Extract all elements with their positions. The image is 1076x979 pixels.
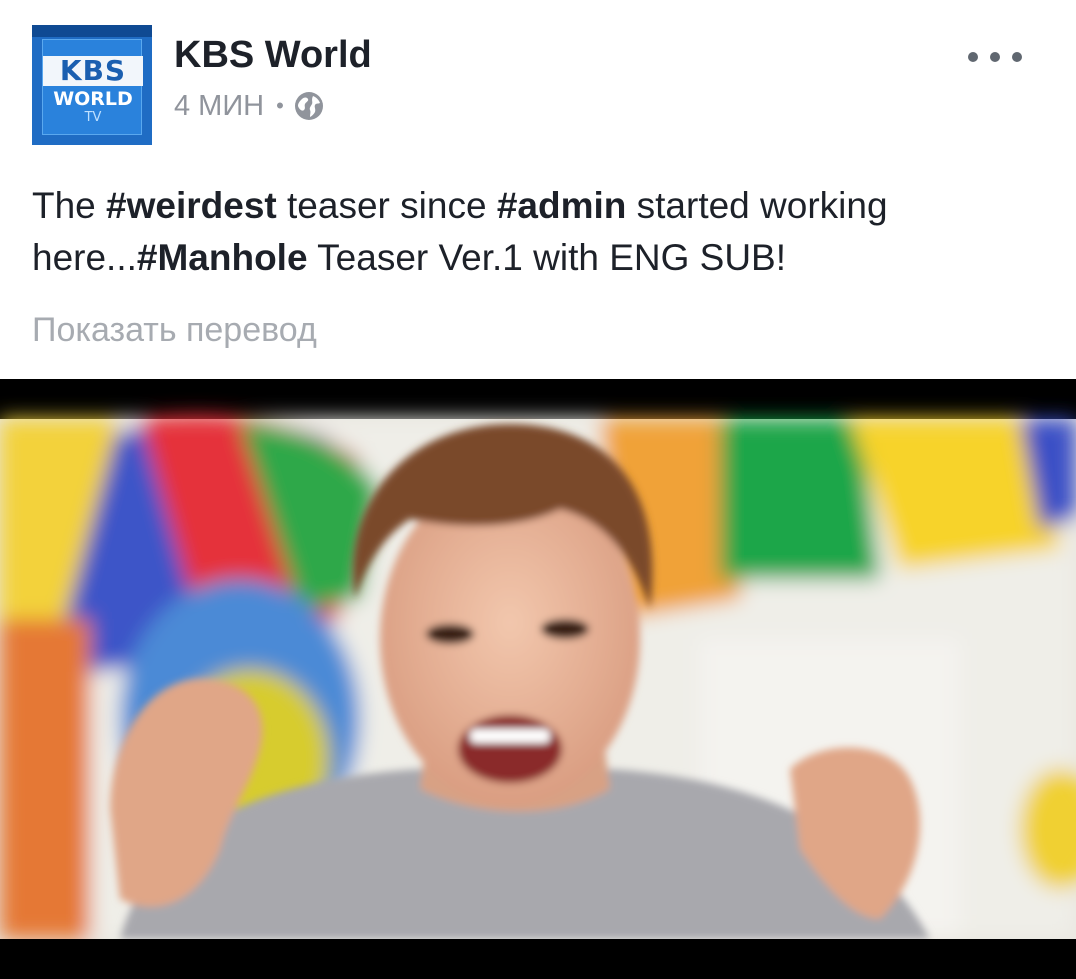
facebook-post: KBS WORLD TV KBS World 4 МИН • The #weir… bbox=[0, 0, 1076, 979]
post-timestamp[interactable]: 4 МИН bbox=[174, 86, 264, 126]
logo-world-text: WORLD bbox=[53, 88, 133, 110]
hashtag-link[interactable]: #admin bbox=[497, 185, 627, 226]
post-message: The #weirdest teaser since #admin starte… bbox=[32, 180, 1042, 284]
show-translation-link[interactable]: Показать перевод bbox=[32, 306, 317, 354]
page-name[interactable]: KBS World bbox=[174, 33, 372, 77]
logo-tv-text: TV bbox=[84, 110, 102, 125]
post-meta: 4 МИН • bbox=[174, 86, 324, 126]
logo-band: KBS bbox=[43, 56, 143, 86]
more-dot bbox=[990, 52, 1000, 62]
meta-separator: • bbox=[276, 93, 284, 118]
post-text-segment: The bbox=[32, 185, 107, 226]
more-dot bbox=[968, 52, 978, 62]
globe-icon bbox=[294, 92, 323, 120]
kbs-world-tv-logo: KBS WORLD TV bbox=[42, 39, 143, 135]
page-avatar[interactable]: KBS WORLD TV bbox=[32, 25, 152, 145]
avatar-top-band bbox=[32, 25, 152, 37]
logo-kbs-text: KBS bbox=[59, 54, 127, 87]
post-text-segment: teaser since bbox=[276, 185, 497, 226]
video-player[interactable] bbox=[0, 379, 1076, 979]
post-text-segment: Teaser Ver.1 with ENG SUB! bbox=[307, 237, 787, 278]
hashtag-link[interactable]: #weirdest bbox=[106, 185, 277, 226]
video-thumbnail bbox=[0, 379, 1076, 979]
more-dot bbox=[1012, 52, 1022, 62]
hashtag-link[interactable]: #Manhole bbox=[137, 237, 308, 278]
more-options-icon[interactable] bbox=[968, 46, 1022, 68]
